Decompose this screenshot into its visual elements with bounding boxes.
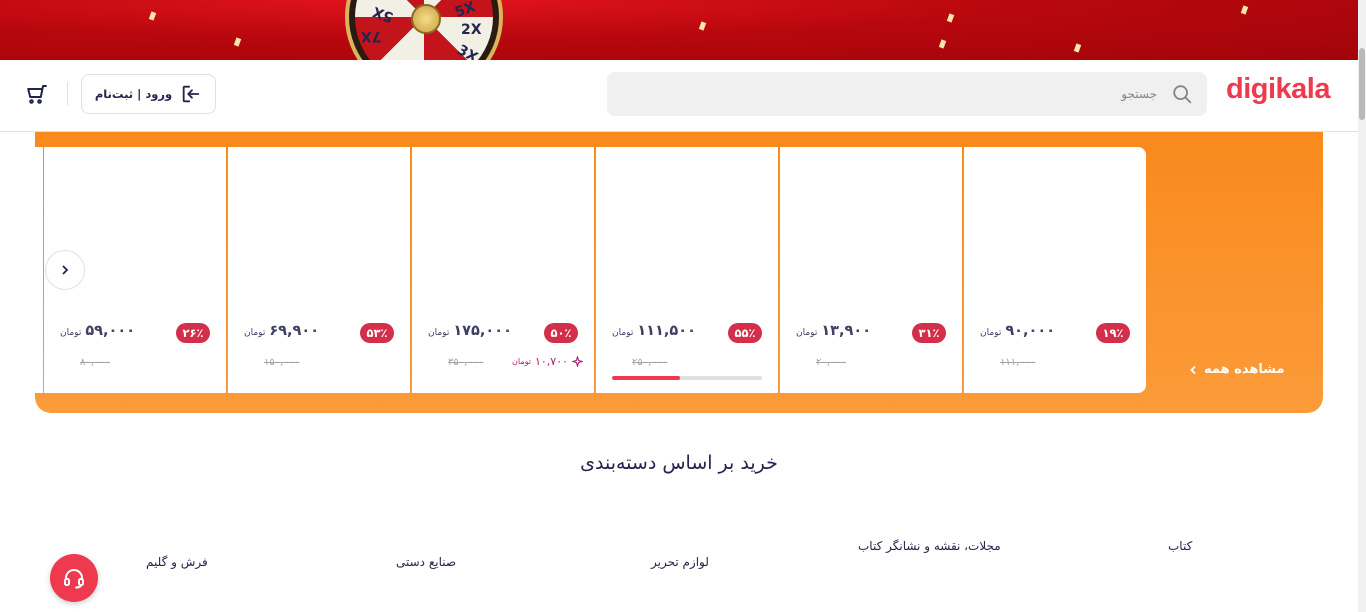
category-item[interactable]: کتاب xyxy=(1168,539,1192,553)
old-price: ۲۰,۰۰۰ xyxy=(816,357,847,368)
price-row: تومان ۵۹,۰۰۰ xyxy=(60,323,135,339)
old-price: ۲۵۰,۰۰۰ xyxy=(632,357,668,368)
sparkle-icon xyxy=(572,356,584,367)
discount-badge: ۱۹٪ xyxy=(1096,323,1130,343)
view-all-link[interactable]: مشاهده همه xyxy=(1188,362,1285,377)
discount-badge: ۵۰٪ xyxy=(544,323,578,343)
category-item[interactable]: فرش و گلیم xyxy=(146,555,208,569)
currency-label: تومان xyxy=(980,328,1002,338)
confetti-decoration xyxy=(148,11,157,21)
old-price: ۳۵۰,۰۰۰ xyxy=(448,357,484,368)
wheel-label: 2X xyxy=(461,22,482,38)
product-price: ۱۳,۹۰۰ xyxy=(821,323,872,339)
product-card[interactable]: ۵۳٪ تومان ۶۹,۹۰۰ ۱۵۰,۰۰۰ xyxy=(228,147,410,393)
category-item[interactable]: لوازم تحریر xyxy=(651,555,709,569)
product-price: ۱۱۱,۵۰۰ xyxy=(637,323,696,339)
page-scrollbar[interactable] xyxy=(1358,0,1366,612)
prize-wheel-hub xyxy=(411,4,441,34)
scrollbar-thumb[interactable] xyxy=(1359,48,1365,120)
currency-label: تومان xyxy=(60,328,82,338)
discount-badge: ۳۱٪ xyxy=(912,323,946,343)
categories-title: خرید بر اساس دسته‌بندی xyxy=(580,452,778,474)
search-box[interactable] xyxy=(607,72,1207,116)
currency-label: تومان xyxy=(428,328,450,338)
login-register-button[interactable]: ورود | ثبت‌نام xyxy=(81,74,216,114)
currency-label: تومان xyxy=(796,328,818,338)
carousel-edge-card xyxy=(35,147,43,393)
category-item[interactable]: مجلات، نقشه و نشانگر کتاب xyxy=(858,539,1001,553)
stock-progress-fill xyxy=(612,376,680,380)
confetti-decoration xyxy=(938,39,947,49)
login-register-label: ورود | ثبت‌نام xyxy=(94,87,173,101)
category-item[interactable]: صنایع دستی xyxy=(396,555,456,569)
product-price: ۶۹,۹۰۰ xyxy=(269,323,320,339)
prize-wheel-image: 5X 2X 3X 7X 5X xyxy=(345,0,503,60)
confetti-decoration xyxy=(1240,5,1249,15)
price-row: تومان ۱۱۱,۵۰۰ xyxy=(612,323,696,339)
promo-banner[interactable]: 5X 2X 3X 7X 5X xyxy=(0,0,1358,60)
club-price-value: ۱۰,۷۰۰ xyxy=(534,355,569,368)
confetti-decoration xyxy=(946,13,955,23)
discount-badge: ۲۶٪ xyxy=(176,323,210,343)
discount-badge: ۵۳٪ xyxy=(360,323,394,343)
chevron-left-icon xyxy=(1190,365,1196,374)
discount-badge: ۵۵٪ xyxy=(728,323,762,343)
old-price: ۸۰,۰۰۰ xyxy=(80,357,111,368)
search-input[interactable] xyxy=(637,72,1157,116)
club-currency-label: تومان xyxy=(512,357,531,366)
price-row: تومان ۱۷۵,۰۰۰ xyxy=(428,323,512,339)
product-card[interactable]: ۵۵٪ تومان ۱۱۱,۵۰۰ ۲۵۰,۰۰۰ xyxy=(596,147,778,393)
wheel-label: 7X xyxy=(361,28,382,44)
confetti-decoration xyxy=(698,21,707,31)
product-card[interactable]: ۵۰٪ تومان ۱۷۵,۰۰۰ ۳۵۰,۰۰۰ تومان ۱۰,۷۰۰ xyxy=(412,147,594,393)
product-price: ۵۹,۰۰۰ xyxy=(85,323,136,339)
product-card[interactable]: ۱۹٪ تومان ۹۰,۰۰۰ ۱۱۱,۰۰۰ xyxy=(964,147,1146,393)
header-divider xyxy=(67,82,68,106)
headset-icon xyxy=(64,569,84,589)
product-price: ۱۷۵,۰۰۰ xyxy=(453,323,512,339)
chevron-right-icon xyxy=(62,265,69,275)
stock-progress-bar xyxy=(612,376,762,380)
confetti-decoration xyxy=(233,37,242,47)
price-row: تومان ۹۰,۰۰۰ xyxy=(980,323,1055,339)
view-all-label: مشاهده همه xyxy=(1204,362,1285,377)
carousel-next-button[interactable] xyxy=(45,250,85,290)
cart-icon[interactable] xyxy=(24,82,48,106)
product-price: ۹۰,۰۰۰ xyxy=(1005,323,1056,339)
page: 5X 2X 3X 7X 5X digikala ورود | ثبت‌نام xyxy=(0,0,1366,612)
support-button[interactable] xyxy=(50,554,98,602)
club-price: تومان ۱۰,۷۰۰ xyxy=(512,355,584,368)
currency-label: تومان xyxy=(244,328,266,338)
currency-label: تومان xyxy=(612,328,634,338)
old-price: ۱۵۰,۰۰۰ xyxy=(264,357,300,368)
site-header: digikala ورود | ثبت‌نام xyxy=(0,60,1358,132)
price-row: تومان ۱۳,۹۰۰ xyxy=(796,323,871,339)
product-card[interactable]: ۳۱٪ تومان ۱۳,۹۰۰ ۲۰,۰۰۰ xyxy=(780,147,962,393)
login-icon xyxy=(182,85,200,103)
old-price: ۱۱۱,۰۰۰ xyxy=(1000,357,1036,368)
product-carousel: ۱۹٪ تومان ۹۰,۰۰۰ ۱۱۱,۰۰۰ ۳۱٪ تومان ۱۳,۹۰… xyxy=(35,147,1146,393)
confetti-decoration xyxy=(1073,43,1082,53)
digikala-logo[interactable]: digikala xyxy=(1226,73,1331,106)
search-icon xyxy=(1173,85,1192,104)
price-row: تومان ۶۹,۹۰۰ xyxy=(244,323,319,339)
